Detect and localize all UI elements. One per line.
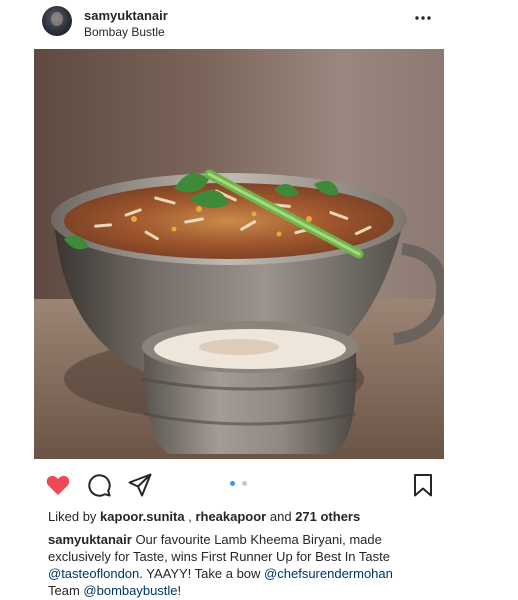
likes-others-count[interactable]: 271 others — [295, 509, 360, 524]
carousel-dot-active[interactable] — [230, 481, 235, 486]
likes-and: and — [269, 509, 296, 524]
likes-summary: Liked by kapoor.sunita , rheakapoor and … — [48, 509, 360, 524]
caption-line: Team @bombaybustle! — [48, 582, 448, 599]
liker-username[interactable]: kapoor.sunita — [100, 509, 185, 524]
carousel-indicator — [230, 481, 250, 487]
caption-text: . YAAYY! Take a bow — [139, 566, 265, 581]
caption-line: exclusively for Taste, wins First Runner… — [48, 548, 448, 565]
heart-icon[interactable] — [45, 472, 71, 498]
bookmark-icon[interactable] — [410, 472, 436, 498]
post-username[interactable]: samyuktanair — [84, 8, 168, 23]
liker-username[interactable]: rheakapoor — [195, 509, 266, 524]
post-location[interactable]: Bombay Bustle — [84, 25, 165, 39]
caption-username[interactable]: samyuktanair — [48, 532, 132, 547]
post-actions-bar — [0, 462, 518, 506]
more-options-icon[interactable] — [412, 10, 434, 26]
caption-text: Our favourite Lamb Kheema Biryani, made — [131, 532, 382, 547]
post-photo[interactable] — [34, 49, 444, 459]
carousel-dot[interactable] — [242, 481, 248, 486]
caption-text: exclusively for Taste, wins First Runner… — [48, 549, 390, 564]
caption-mention[interactable]: @tasteoflondon — [48, 566, 139, 581]
caption-mention[interactable]: @bombaybustle — [83, 583, 177, 598]
biryani-photo — [34, 49, 444, 459]
send-icon[interactable] — [127, 472, 153, 498]
post-caption: samyuktanair Our favourite Lamb Kheema B… — [48, 531, 448, 599]
caption-text: ! — [177, 583, 182, 598]
comment-icon[interactable] — [86, 472, 112, 498]
caption-text: Team — [48, 583, 84, 598]
avatar[interactable] — [42, 6, 72, 36]
caption-line: samyuktanair Our favourite Lamb Kheema B… — [48, 531, 448, 548]
post-header: samyuktanair Bombay Bustle — [0, 0, 518, 44]
caption-mention[interactable]: @chefsurendermohan — [264, 566, 393, 581]
caption-line: @tasteoflondon. YAAYY! Take a bow @chefs… — [48, 565, 448, 582]
likes-prefix: Liked by — [48, 509, 101, 524]
